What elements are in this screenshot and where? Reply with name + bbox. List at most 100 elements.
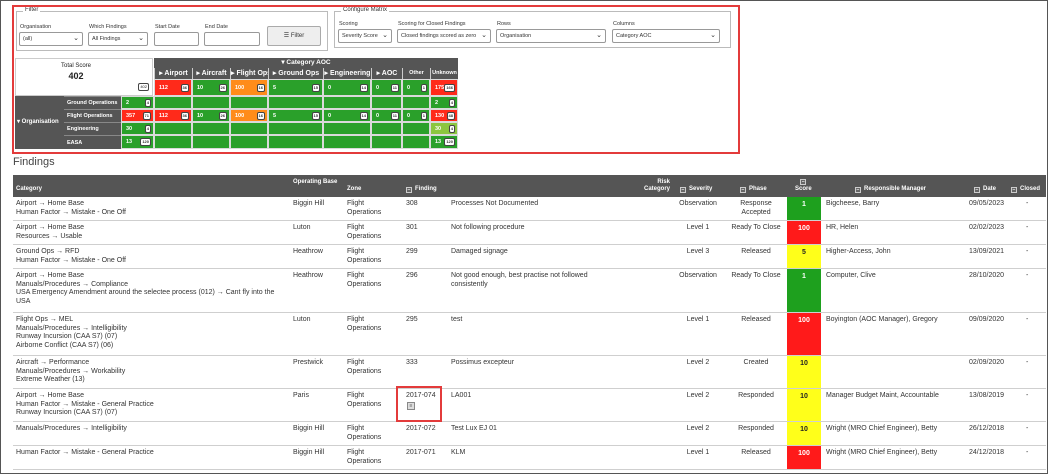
col-category[interactable]: Category: [16, 186, 42, 192]
zone-cell: Flight Operations: [347, 316, 382, 332]
category-line: USA Emergency Amendment around the selec…: [16, 289, 275, 296]
collapse-icon[interactable]: −: [406, 187, 412, 193]
table-row[interactable]: Airport → Home Base Resources → Usable Lut…: [13, 221, 1046, 245]
category-line: USA: [16, 297, 31, 305]
phase-cell: Responded: [738, 425, 774, 432]
category-line: Runway Incursion (CAA S7) (07): [16, 409, 118, 416]
table-row[interactable]: Human Factor → Mistake - General Practic…: [13, 446, 1046, 470]
col-date[interactable]: − Date: [974, 186, 996, 193]
score-cell: 5: [787, 245, 821, 268]
closed-cell: -: [1026, 224, 1029, 231]
finding-description: Damaged signage: [451, 248, 508, 255]
finding-description: Test Lux EJ 01: [451, 425, 497, 432]
phase-cell: Ready To Close: [731, 224, 781, 231]
col-zone[interactable]: Zone: [347, 186, 361, 192]
severity-cell: Observation: [679, 272, 717, 279]
category-line: Manuals/Procedures → Intelligibility: [16, 425, 127, 432]
category-line: Human Factor → Mistake - One Off: [16, 256, 126, 264]
collapse-icon[interactable]: −: [855, 187, 861, 193]
col-risk-category[interactable]: Risk Category: [640, 179, 670, 193]
responsible-manager-cell: Computer, Clive: [826, 272, 876, 279]
responsible-manager-cell: Wright (MRO Chief Engineer), Betty: [826, 425, 938, 432]
finding-description: LA001: [451, 392, 472, 399]
score-cell: 100: [787, 313, 821, 355]
table-row[interactable]: Manuals/Procedures → Intelligibility Bigg…: [13, 422, 1046, 446]
finding-id-highlight: [396, 386, 442, 422]
operating-base-cell: Heathrow: [293, 272, 323, 279]
table-row[interactable]: Airport → Home Base Human Factor → Mistak…: [13, 197, 1046, 221]
col-phase[interactable]: − Phase: [740, 186, 767, 193]
severity-cell: Level 2: [686, 425, 710, 432]
finding-id-link[interactable]: 295: [406, 316, 446, 325]
table-row[interactable]: Ground Ops → RFD Human Factor → Mistake -…: [13, 245, 1046, 269]
operating-base-cell: Luton: [293, 316, 311, 323]
col-operating-base[interactable]: Operating Base: [293, 179, 338, 186]
date-cell: 09/09/2020: [969, 316, 1005, 323]
finding-description: Not good enough, best practise not follo…: [451, 272, 588, 288]
responsible-manager-cell: HR, Helen: [826, 224, 859, 231]
date-cell: 26/12/2018: [969, 425, 1005, 432]
date-cell: 02/09/2020: [969, 359, 1005, 366]
date-cell: 28/10/2020: [969, 272, 1005, 279]
severity-cell: Level 3: [686, 248, 710, 255]
responsible-manager-cell: Manager Budget Maint, Accountable: [826, 392, 939, 399]
phase-cell: Responded: [738, 392, 774, 399]
finding-id-link[interactable]: 301: [406, 224, 446, 233]
category-line: Manuals/Procedures → Compliance: [16, 280, 129, 288]
collapse-icon[interactable]: −: [800, 179, 807, 185]
category-line: Airport → Home Base: [16, 224, 85, 231]
table-row[interactable]: Airport → Home Base Manuals/Procedures → …: [13, 269, 1046, 313]
category-line: Runway Incursion (CAA S7) (07): [16, 333, 118, 340]
table-row[interactable]: Aircraft → Performance Manuals/Procedures…: [13, 356, 1046, 389]
operating-base-cell: Heathrow: [293, 248, 323, 255]
severity-cell: Level 1: [686, 224, 710, 231]
collapse-icon[interactable]: −: [1011, 187, 1017, 193]
category-line: Human Factor → Mistake - General Practic…: [16, 449, 154, 456]
severity-cell: Level 2: [686, 359, 710, 366]
col-severity[interactable]: − Severity: [680, 186, 712, 193]
score-cell: 10: [787, 389, 821, 421]
responsible-manager-cell: Bigcheese, Barry: [826, 200, 880, 207]
col-finding[interactable]: − Finding: [406, 186, 437, 193]
category-cell: Airport → Home Base Human Factor → Mistak…: [16, 392, 291, 418]
severity-cell: Level 1: [686, 316, 710, 323]
date-cell: 02/02/2023: [969, 224, 1005, 231]
category-cell: Airport → Home Base Resources → Usable: [16, 224, 291, 241]
finding-description: KLM: [451, 449, 466, 456]
col-responsible-manager[interactable]: − Responsible Manager: [855, 186, 926, 193]
finding-id-link[interactable]: 2017-071: [406, 449, 446, 458]
col-score[interactable]: − Score: [795, 177, 812, 193]
closed-cell: -: [1026, 316, 1029, 323]
zone-cell: Flight Operations: [347, 449, 382, 465]
operating-base-cell: Biggin Hill: [293, 425, 325, 432]
finding-id-link[interactable]: 2017-072: [406, 425, 446, 434]
zone-cell: Flight Operations: [347, 359, 382, 375]
category-line: Manuals/Procedures → Intelligibility: [16, 324, 127, 332]
zone-cell: Flight Operations: [347, 248, 382, 264]
table-row[interactable]: Airport → Home Base Human Factor → Mistak…: [13, 389, 1046, 422]
finding-id-link[interactable]: 296: [406, 272, 446, 281]
operating-base-cell: Biggin Hill: [293, 449, 325, 456]
severity-cell: Level 1: [686, 449, 710, 456]
collapse-icon[interactable]: −: [974, 187, 980, 193]
finding-id-link[interactable]: 308: [406, 200, 446, 209]
col-closed[interactable]: − Closed: [1011, 186, 1040, 193]
table-row[interactable]: Flight Ops → MEL Manuals/Procedures → Int…: [13, 313, 1046, 356]
collapse-icon[interactable]: −: [740, 187, 746, 193]
operating-base-cell: Luton: [293, 224, 311, 231]
operating-base-cell: Paris: [293, 392, 309, 399]
phase-cell: Ready To Close: [731, 272, 781, 279]
closed-cell: -: [1026, 359, 1029, 366]
date-cell: 13/09/2021: [969, 248, 1005, 255]
collapse-icon[interactable]: −: [680, 187, 686, 193]
finding-id-link[interactable]: 333: [406, 359, 446, 368]
finding-description: Processes Not Documented: [451, 200, 539, 207]
finding-description: Possimus excepteur: [451, 359, 515, 366]
zone-cell: Flight Operations: [347, 200, 382, 216]
closed-cell: -: [1026, 392, 1029, 399]
phase-cell: Released: [741, 449, 771, 456]
category-line: Flight Ops → MEL: [16, 316, 74, 323]
finding-id-link[interactable]: 299: [406, 248, 446, 257]
responsible-manager-cell: Wright (MRO Chief Engineer), Betty: [826, 449, 938, 456]
severity-cell: Observation: [679, 200, 717, 207]
